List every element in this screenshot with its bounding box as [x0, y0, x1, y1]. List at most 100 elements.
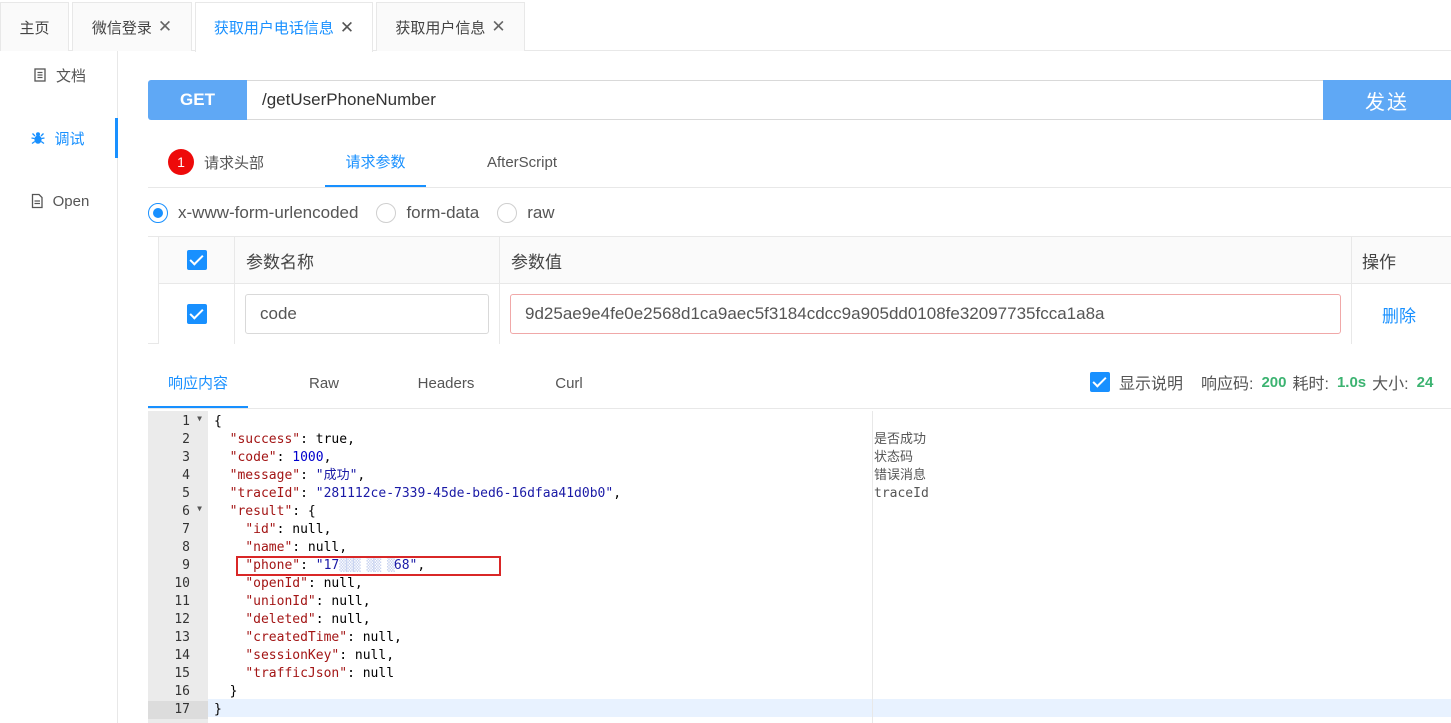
- param-value-input[interactable]: 9d25ae9e4fe0e2568d1ca9aec5f3184cdcc9a905…: [510, 294, 1341, 334]
- document-icon: [34, 68, 46, 82]
- tab-request-params[interactable]: 请求参数: [325, 137, 426, 187]
- code-line: "createdTime": null,: [245, 630, 402, 645]
- desc-success: 是否成功: [874, 432, 927, 447]
- status-code-value: 200: [1261, 373, 1287, 391]
- time-value: 1.0s: [1336, 373, 1367, 391]
- code-line: }: [214, 702, 222, 717]
- param-value-text: 9d25ae9e4fe0e2568d1ca9aec5f3184cdcc9a905…: [525, 304, 1105, 323]
- radio-selected-icon: [148, 203, 168, 223]
- desc-traceid: traceId: [874, 486, 929, 501]
- tab-label: 请求头部: [204, 154, 265, 172]
- status-code-label: 响应码:: [1201, 376, 1254, 393]
- tab-response-raw[interactable]: Raw: [289, 358, 359, 408]
- time-label: 耗时:: [1292, 376, 1329, 393]
- radio-urlencoded[interactable]: x-www-form-urlencoded: [148, 203, 358, 223]
- field-descriptions: 是否成功 状态码 错误消息 traceId: [874, 411, 1451, 723]
- row-check-cell: [159, 284, 235, 344]
- table-row: code 9d25ae9e4fe0e2568d1ca9aec5f3184cdcc…: [158, 284, 1451, 344]
- radio-raw[interactable]: raw: [497, 203, 555, 223]
- show-desc-checkbox[interactable]: [1090, 372, 1110, 392]
- col-header-value: 参数值: [500, 237, 1352, 283]
- bug-icon: [31, 132, 46, 145]
- headers-count-badge: 1: [168, 149, 194, 175]
- param-value-cell: 9d25ae9e4fe0e2568d1ca9aec5f3184cdcc9a905…: [500, 284, 1352, 344]
- url-text: /getUserPhoneNumber: [262, 90, 436, 109]
- line-number: 13: [174, 630, 190, 645]
- radio-label: form-data: [406, 203, 480, 222]
- close-icon[interactable]: ✕: [340, 18, 354, 38]
- desc-message: 错误消息: [874, 468, 927, 483]
- line-number: 15: [174, 666, 190, 681]
- tab-label: 获取用户信息: [395, 19, 486, 37]
- radio-empty-icon: [497, 203, 518, 223]
- params-table: 参数名称 参数值 操作 code 9d25ae9e4fe0e2568d1ca9a…: [148, 236, 1451, 344]
- line-number: 10: [174, 576, 190, 591]
- col-header-action: 操作: [1362, 252, 1396, 272]
- radio-empty-icon: [376, 203, 397, 223]
- file-icon: [31, 193, 43, 209]
- close-icon[interactable]: ✕: [158, 17, 172, 37]
- send-button[interactable]: 发送: [1323, 80, 1451, 120]
- code-line: "unionId": null,: [245, 594, 371, 609]
- method-selector[interactable]: GET: [148, 80, 247, 120]
- line-number: 17: [148, 701, 208, 719]
- line-number: 1 ▼: [182, 414, 202, 429]
- sidenav-label: Open: [52, 192, 90, 210]
- sidenav-label: 文档: [55, 67, 86, 85]
- tab-label: 获取用户电话信息: [213, 20, 334, 37]
- line-number: 7: [182, 522, 190, 537]
- col-header-name: 参数名称: [235, 237, 500, 283]
- tab-label: AfterScript: [486, 153, 558, 171]
- tab-response-content[interactable]: 响应内容: [148, 358, 248, 408]
- sidenav-item-debug[interactable]: 调试: [0, 118, 118, 158]
- line-number: 4: [182, 468, 190, 483]
- code-line: }: [229, 684, 238, 699]
- line-number: 3: [182, 450, 190, 465]
- desc-code: 状态码: [874, 450, 914, 465]
- line-number: 6 ▼: [182, 504, 202, 519]
- radio-label: x-www-form-urlencoded: [178, 203, 359, 222]
- line-number: 14: [174, 648, 190, 663]
- delete-link[interactable]: 删除: [1382, 302, 1416, 327]
- phone-highlight-box: [236, 556, 501, 576]
- tab-label: 请求参数: [345, 153, 406, 171]
- side-nav: 文档 调试 Open: [0, 51, 118, 723]
- code-line: "name": null,: [245, 540, 348, 555]
- url-input[interactable]: /getUserPhoneNumber: [247, 80, 1324, 120]
- line-gutter: 1 ▼ 2 3 4 5 6 ▼ 7 8 9 10 11 12 13 14 15 16…: [148, 411, 208, 723]
- code-line: {: [214, 414, 222, 429]
- tab-get-user-info[interactable]: 获取用户信息 ✕: [376, 2, 525, 51]
- tab-get-user-phone[interactable]: 获取用户电话信息 ✕: [195, 2, 373, 52]
- sidenav-item-open[interactable]: Open: [0, 181, 118, 221]
- code-line: "openId": null,: [245, 576, 363, 591]
- tab-response-curl[interactable]: Curl: [534, 358, 604, 408]
- tab-home[interactable]: 主页: [0, 2, 69, 51]
- sidenav-item-doc[interactable]: 文档: [0, 55, 118, 95]
- tab-wechat-login[interactable]: 微信登录 ✕: [72, 2, 192, 51]
- close-icon[interactable]: ✕: [491, 17, 505, 37]
- code-line: "code": 1000,: [229, 450, 332, 465]
- code-line: "result": {: [229, 504, 316, 519]
- radio-form-data[interactable]: form-data: [376, 203, 479, 223]
- line-number: 11: [174, 594, 190, 609]
- line-number: 16: [174, 684, 190, 699]
- code-line: "success": true,: [229, 432, 355, 447]
- fold-arrow-icon: ▼: [197, 414, 202, 423]
- body-type-group: x-www-form-urlencoded form-data raw: [148, 200, 573, 226]
- line-number: 8: [182, 540, 190, 555]
- tab-label: 微信登录: [91, 19, 152, 37]
- select-all-checkbox[interactable]: [186, 250, 207, 270]
- tab-request-headers[interactable]: 1 请求头部: [168, 137, 278, 187]
- tab-label: 主页: [19, 19, 50, 37]
- tab-response-headers[interactable]: Headers: [406, 358, 486, 408]
- action-cell: 删除: [1352, 284, 1451, 344]
- response-info: 显示说明 响应码: 200 耗时: 1.0s 大小: 24: [1090, 370, 1439, 394]
- sidenav-label: 调试: [54, 130, 85, 148]
- code-line: "traceId": "281112ce-7339-45de-bed6-16df…: [229, 486, 622, 501]
- tab-afterscript[interactable]: AfterScript: [474, 137, 570, 187]
- code-line: "deleted": null,: [245, 612, 371, 627]
- param-name-input[interactable]: code: [245, 294, 489, 334]
- line-number: 2: [182, 432, 190, 447]
- row-checkbox[interactable]: [186, 304, 207, 324]
- radio-label: raw: [527, 203, 555, 222]
